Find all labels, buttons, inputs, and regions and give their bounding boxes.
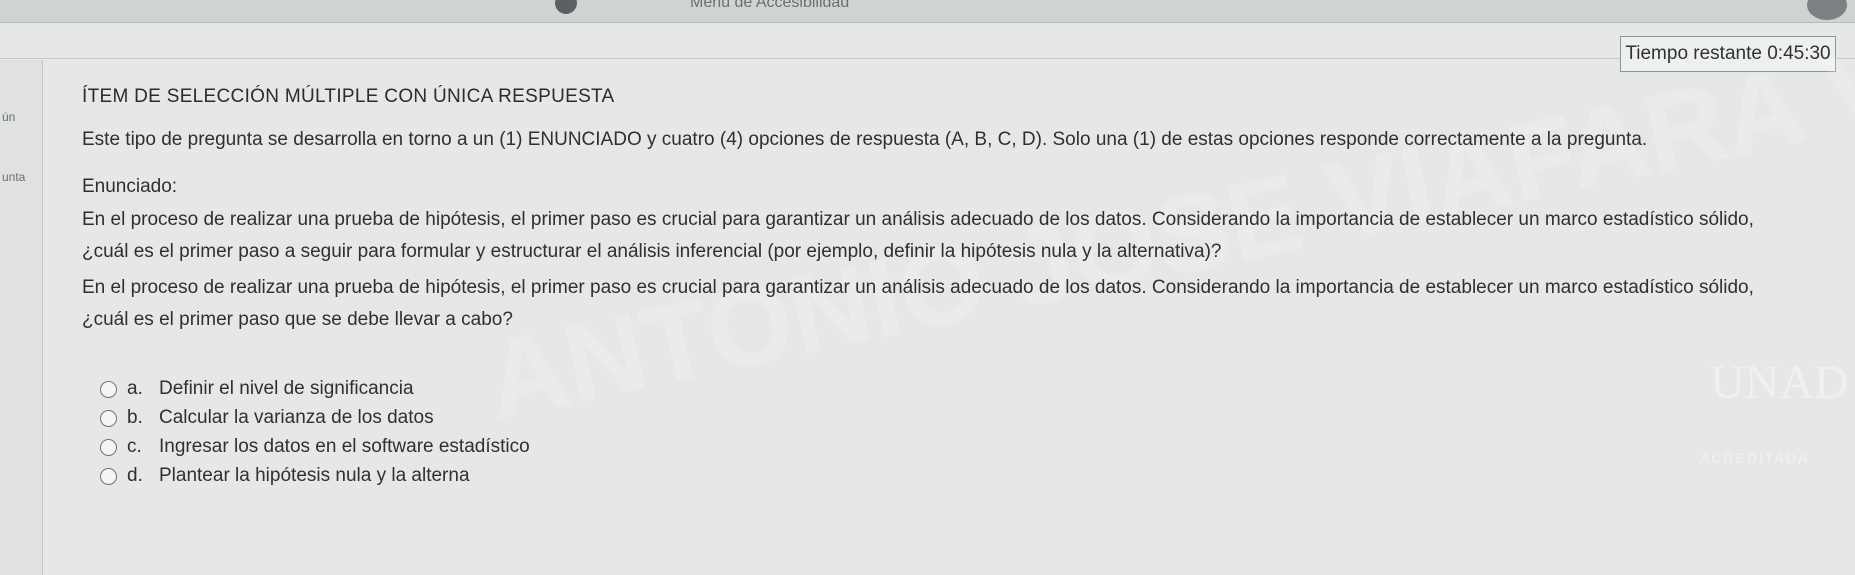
time-remaining-timer: Tiempo restante 0:45:30 [1620,36,1836,72]
enunciado-label: Enunciado: [82,176,178,197]
question-text-line-1: En el proceso de realizar una prueba de … [82,277,1754,298]
option-a-radio[interactable] [100,380,117,398]
option-d-radio[interactable] [100,467,117,485]
option-c-radio[interactable] [100,438,117,456]
option-d-letter: d. [127,465,143,486]
user-avatar-icon[interactable] [1807,0,1847,20]
accessibility-icon[interactable] [555,0,577,14]
enunciado-text-line-1: En el proceso de realizar una prueba de … [82,209,1754,230]
left-navigation-panel: ún unta [0,60,43,575]
question-text-line-2: ¿cuál es el primer paso que se debe llev… [82,309,513,330]
option-c-text: Ingresar los datos en el software estadí… [159,436,530,457]
option-c-letter: c. [127,436,142,457]
option-a[interactable]: a. Definir el nivel de significancia [100,378,414,400]
accessibility-menu-title[interactable]: Menú de Accesibilidad [690,0,849,12]
divider [0,58,1855,59]
option-b-letter: b. [127,407,143,428]
option-b-text: Calcular la varianza de los datos [159,407,434,428]
question-heading: ÍTEM DE SELECCIÓN MÚLTIPLE CON ÚNICA RES… [82,86,615,107]
enunciado-text-line-2: ¿cuál es el primer paso a seguir para fo… [82,241,1222,262]
accreditation-badge: ACREDITADA [1700,450,1810,466]
browser-top-bar: Menú de Accesibilidad [0,0,1855,23]
option-d[interactable]: d. Plantear la hipótesis nula y la alter… [100,465,470,487]
option-b-radio[interactable] [100,409,117,427]
option-d-text: Plantear la hipótesis nula y la alterna [159,465,470,486]
option-a-text: Definir el nivel de significancia [159,378,414,399]
nav-fragment-1: ún [2,110,16,124]
option-a-letter: a. [127,378,143,399]
option-c[interactable]: c. Ingresar los datos en el software est… [100,436,530,458]
unad-logo: UNAD [1710,356,1849,409]
option-b[interactable]: b. Calcular la varianza de los datos [100,407,434,429]
nav-fragment-2: unta [2,170,26,184]
instructions-text: Este tipo de pregunta se desarrolla en t… [82,129,1648,150]
